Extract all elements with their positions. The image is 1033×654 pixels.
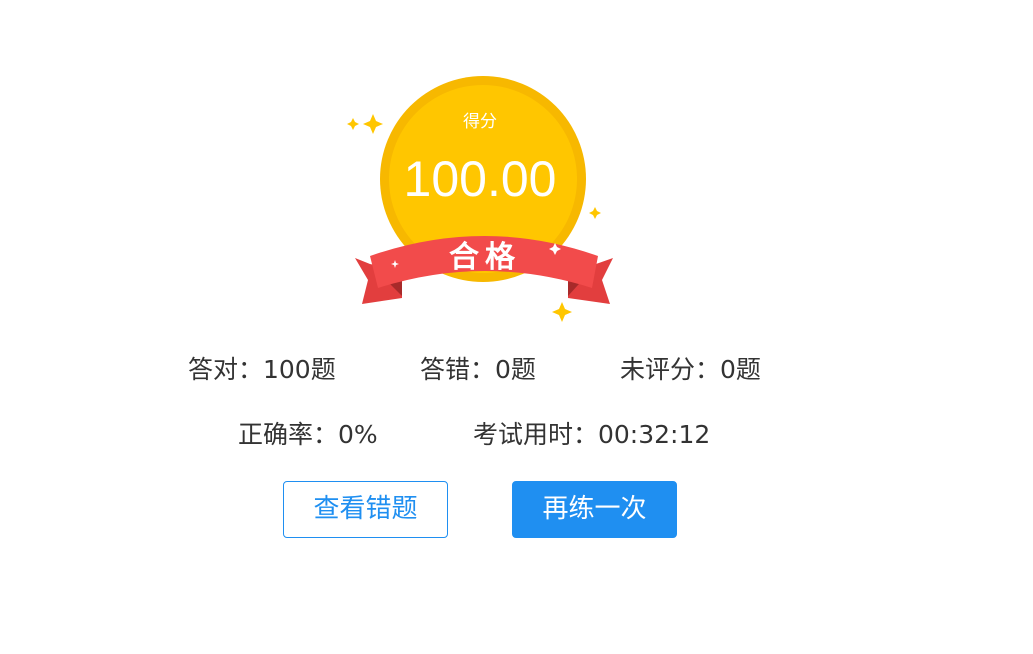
score-label: 得分 (463, 112, 497, 132)
review-mistakes-button[interactable]: 查看错题 (283, 481, 448, 538)
score-value: 100.00 (403, 151, 557, 207)
wrong-count: 答错：0题 (420, 355, 536, 384)
sparkle-icon (347, 118, 359, 130)
ungraded-count: 未评分：0题 (620, 355, 761, 384)
sparkle-icon (589, 207, 601, 219)
score-medal: 得分 100.00 合格 (340, 66, 630, 336)
accuracy-rate: 正确率：0% (238, 420, 378, 449)
pass-status: 合格 (449, 240, 521, 275)
retry-button[interactable]: 再练一次 (512, 481, 677, 538)
sparkle-icon (552, 302, 572, 322)
sparkle-icon (363, 114, 383, 134)
correct-count: 答对：100题 (188, 355, 336, 384)
time-used: 考试用时：00:32:12 (473, 420, 711, 449)
